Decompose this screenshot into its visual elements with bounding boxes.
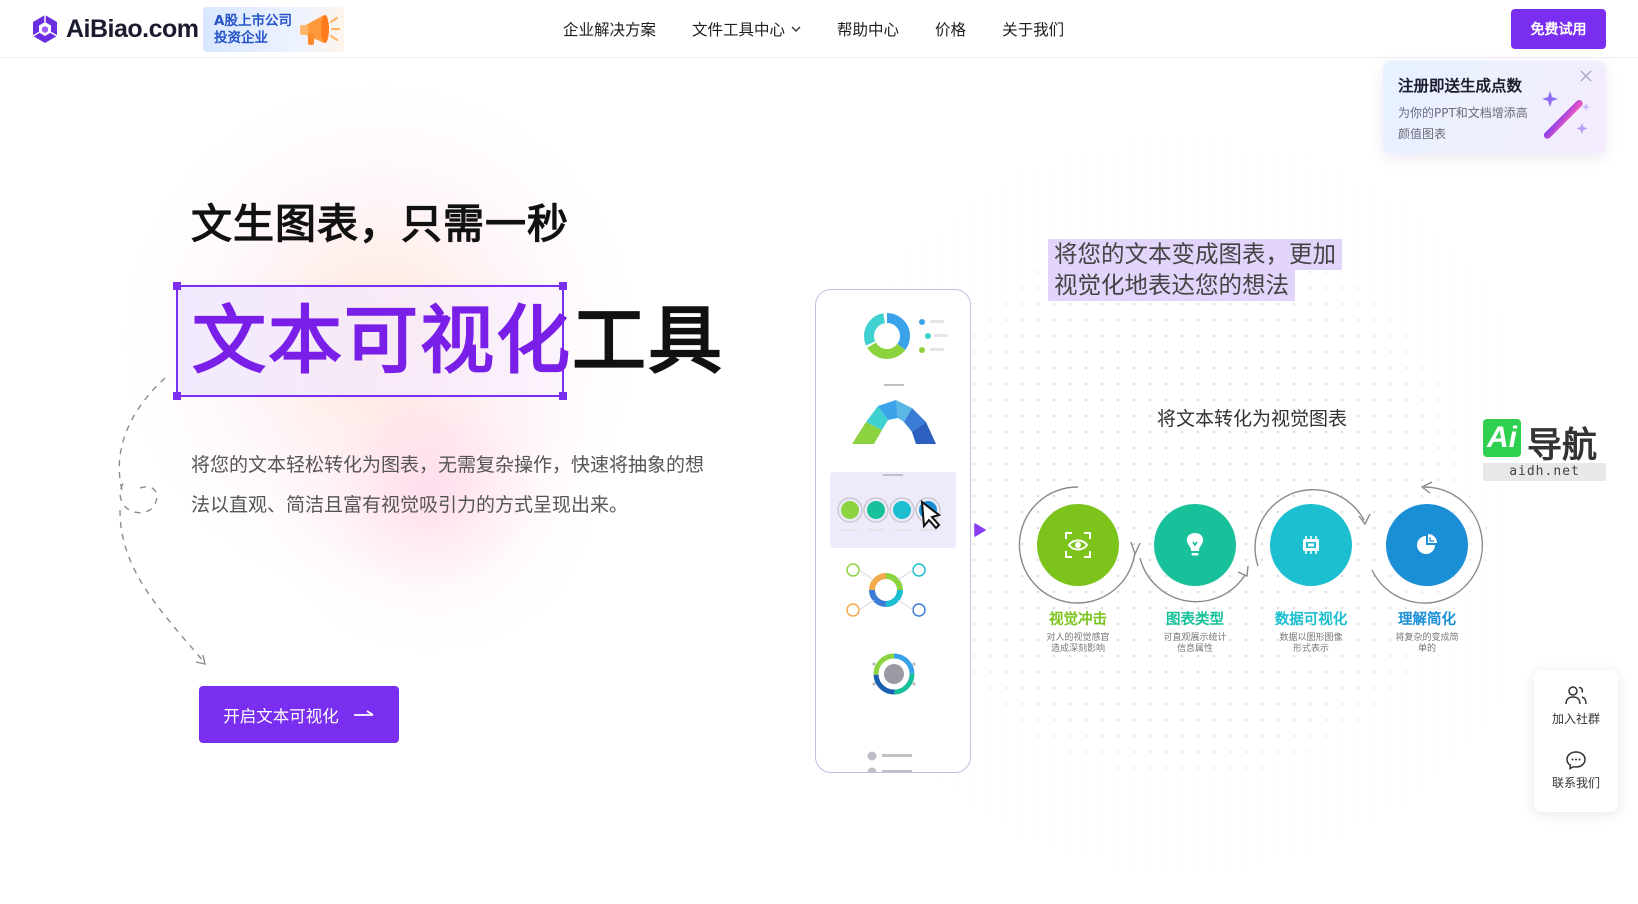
donut-radial-thumbnail[interactable]	[830, 556, 956, 626]
nav-label: 文件工具中心	[692, 21, 786, 39]
nav-pricing[interactable]: 价格	[935, 18, 966, 40]
badge-line-2: 投资企业	[214, 30, 268, 46]
step-desc-line: 数据以图形图像	[1279, 633, 1343, 643]
pie-chart-icon	[1417, 534, 1437, 554]
diagram-title: 将文本转化为视觉图表	[1157, 408, 1348, 430]
step-desc-line: 可直观展示统计	[1163, 633, 1227, 643]
step-desc-line: 对人的视觉感官	[1046, 633, 1110, 643]
step-circle	[1270, 504, 1352, 586]
step-description: 可直观展示统计 信息属性	[1135, 633, 1255, 655]
logo-icon	[32, 15, 58, 43]
users-icon	[1565, 686, 1587, 705]
side-item-label: 加入社群	[1551, 712, 1600, 726]
step-label: 图表类型	[1166, 612, 1224, 628]
list-thumbnail[interactable]	[830, 750, 956, 773]
hero-description: 将您的文本轻松转化为图表，无需复杂操作，快速将抽象的想法以直观、简洁且富有视觉吸…	[191, 454, 705, 516]
hero-title: 文生图表，只需一秒	[191, 200, 569, 248]
lightbulb-icon	[1186, 533, 1204, 556]
step-label: 视觉冲击	[1049, 612, 1107, 628]
contact-us-button[interactable]: 联系我们	[1534, 750, 1618, 791]
chevron-down-icon	[791, 26, 801, 32]
floating-contact-widget: 加入社群 联系我们	[1534, 670, 1618, 812]
badge-line-1: A股上市公司	[214, 13, 292, 29]
nav-about-us[interactable]: 关于我们	[1002, 18, 1064, 40]
step-desc-line: 造成深刻影响	[1050, 644, 1105, 654]
nav-enterprise-solutions[interactable]: 企业解决方案	[563, 18, 656, 40]
step-description: 对人的视觉感官 造成深刻影响	[1018, 633, 1138, 655]
eye-scan-icon	[1065, 532, 1091, 558]
step-description: 将复杂的变成简 单的	[1367, 633, 1487, 655]
circle-steps-thumbnail[interactable]	[830, 474, 956, 548]
watermark-ai-mark: Ai	[1483, 419, 1521, 457]
arrow-right-icon	[353, 709, 374, 716]
promo-description: 为你的PPT和文档增添高颜值图表	[1398, 106, 1528, 141]
step-simplify-understanding	[1362, 480, 1492, 610]
ring-chart-thumbnail[interactable]	[830, 642, 956, 706]
dashed-arrow-decoration	[118, 377, 206, 665]
step-chart-types	[1130, 480, 1260, 610]
watermark-name: 导航	[1527, 426, 1598, 466]
chart-template-panel[interactable]	[815, 289, 971, 773]
hero-suffix-text: 工具	[572, 298, 724, 384]
watermark-url: aidh.net	[1483, 463, 1606, 481]
step-desc-line: 信息属性	[1176, 644, 1213, 654]
close-icon[interactable]	[1579, 69, 1593, 83]
play-arrow-icon	[974, 523, 986, 537]
arch-chart-thumbnail[interactable]	[830, 382, 956, 452]
main-nav: 企业解决方案 文件工具中心 帮助中心 价格 关于我们	[563, 18, 1100, 40]
nav-label: 帮助中心	[837, 21, 900, 39]
quote-line-2: 视觉化地表达您的想法	[1048, 270, 1295, 301]
cta-label: 开启文本可视化	[223, 707, 339, 726]
step-label: 理解简化	[1398, 612, 1456, 628]
selection-handle	[559, 392, 567, 400]
step-circle	[1386, 504, 1468, 586]
step-desc-line: 形式表示	[1292, 644, 1329, 654]
step-data-visualization	[1246, 480, 1376, 610]
step-circle	[1037, 504, 1119, 586]
top-header: AiBiao.com A股上市公司 投资企业 企业解决方案 文件工具中心 帮助中…	[0, 0, 1638, 58]
logo-text: AiBiao.com	[66, 14, 199, 43]
cycle-chart-thumbnail[interactable]	[830, 308, 956, 364]
promo-title: 注册即送生成点数	[1398, 77, 1523, 95]
free-trial-button[interactable]: 免费试用	[1511, 9, 1606, 49]
nav-label: 关于我们	[1002, 21, 1065, 39]
nav-label: 企业解决方案	[563, 21, 657, 39]
magic-wand-icon	[1542, 91, 1590, 139]
step-label: 数据可视化	[1274, 612, 1348, 628]
side-item-label: 联系我们	[1551, 776, 1600, 790]
hero-highlight-text: 文本可视化	[192, 298, 572, 384]
chip-icon	[1303, 536, 1319, 554]
step-description: 数据以图形图像 形式表示	[1251, 633, 1371, 655]
nav-file-tools[interactable]: 文件工具中心	[692, 18, 801, 40]
step-desc-line: 将复杂的变成简	[1395, 633, 1459, 643]
selection-handle	[559, 282, 567, 290]
nav-help-center[interactable]: 帮助中心	[837, 18, 899, 40]
step-visual-impact	[1013, 480, 1143, 610]
start-visualization-button[interactable]: 开启文本可视化	[199, 686, 399, 743]
listed-company-badge: A股上市公司 投资企业	[203, 7, 344, 52]
chat-bubble-icon	[1566, 751, 1586, 770]
site-logo[interactable]: AiBiao.com	[30, 12, 199, 46]
megaphone-icon	[300, 15, 340, 45]
join-community-button[interactable]: 加入社群	[1534, 684, 1618, 727]
nav-label: 价格	[935, 21, 967, 39]
selection-handle	[173, 282, 181, 290]
showcase-quote: 将您的文本变成图表，更加 视觉化地表达您的想法	[1048, 239, 1342, 301]
step-circle	[1154, 504, 1236, 586]
step-desc-line: 单的	[1417, 644, 1436, 654]
aidh-watermark: Ai 导航 aidh.net	[1483, 417, 1606, 483]
signup-promo-toast[interactable]: 注册即送生成点数 为你的PPT和文档增添高颜值图表	[1383, 61, 1606, 154]
quote-line-1: 将您的文本变成图表，更加	[1048, 239, 1342, 270]
